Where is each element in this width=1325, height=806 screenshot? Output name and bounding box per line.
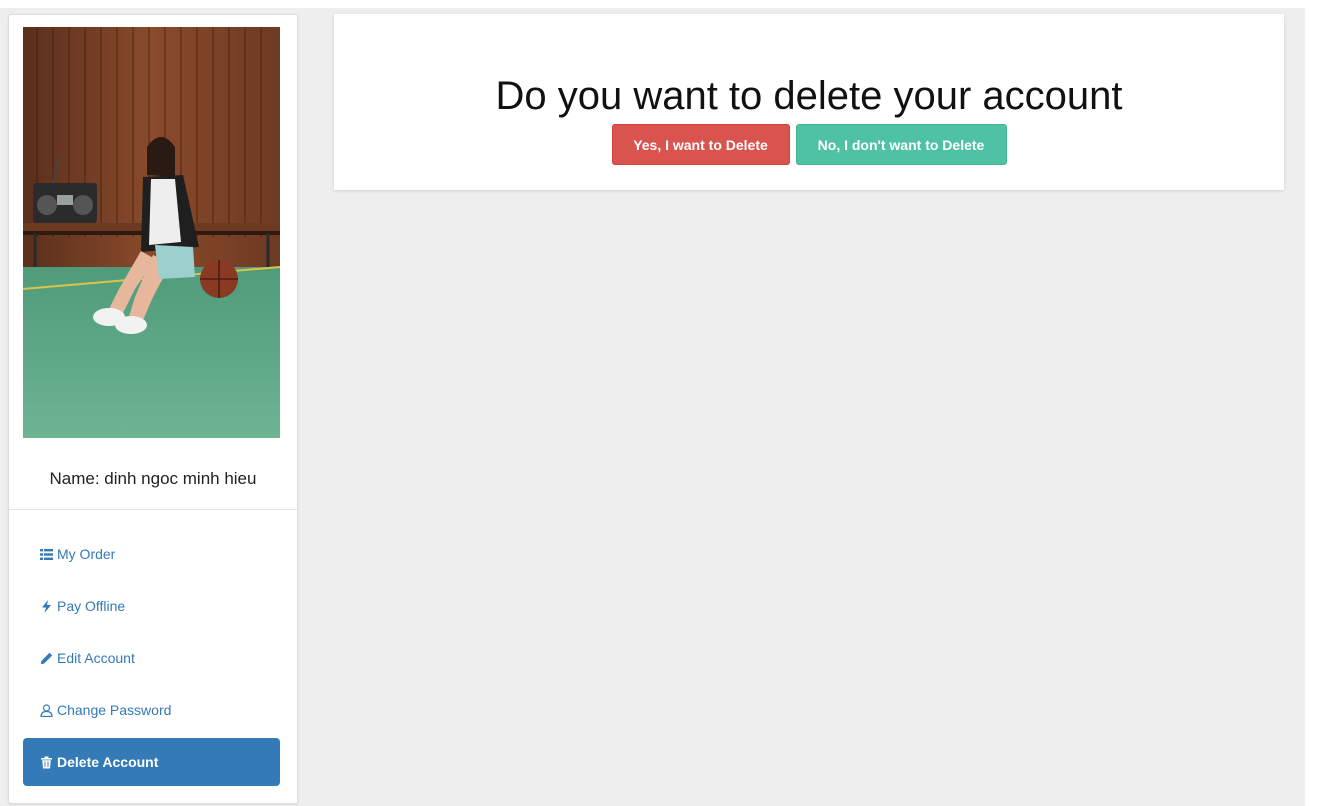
profile-sidebar: Name: dinh ngoc minh hieu My Order Pay O… — [8, 14, 298, 804]
confirm-delete-button[interactable]: Yes, I want to Delete — [611, 124, 790, 165]
menu-item-edit-account[interactable]: Edit Account — [23, 632, 280, 684]
menu-item-label: Pay Offline — [57, 598, 126, 614]
menu-item-label: Edit Account — [57, 650, 135, 666]
sidebar-divider — [9, 509, 297, 510]
menu-item-label: Change Password — [57, 702, 172, 718]
bolt-icon — [39, 599, 53, 613]
delete-account-panel: Do you want to delete your account Yes, … — [334, 14, 1284, 190]
profile-name: Name: dinh ngoc minh hieu — [49, 469, 257, 488]
profile-photo — [23, 27, 280, 438]
page-title: Do you want to delete your account — [495, 74, 1123, 118]
trash-icon — [39, 755, 53, 769]
list-icon — [39, 547, 53, 561]
menu-item-pay-offline[interactable]: Pay Offline — [23, 580, 280, 632]
menu-item-my-order[interactable]: My Order — [23, 528, 280, 580]
user-icon — [39, 703, 53, 717]
menu-item-label: My Order — [57, 546, 116, 562]
menu-item-label: Delete Account — [57, 754, 159, 770]
confirm-button-group: Yes, I want to Delete No, I don't want t… — [334, 124, 1284, 165]
pencil-icon — [39, 651, 53, 665]
cancel-delete-button[interactable]: No, I don't want to Delete — [795, 124, 1007, 165]
menu-item-delete-account[interactable]: Delete Account — [23, 738, 280, 786]
menu-item-change-password[interactable]: Change Password — [23, 684, 280, 736]
account-menu: My Order Pay Offline Edit Account Change… — [23, 528, 280, 786]
